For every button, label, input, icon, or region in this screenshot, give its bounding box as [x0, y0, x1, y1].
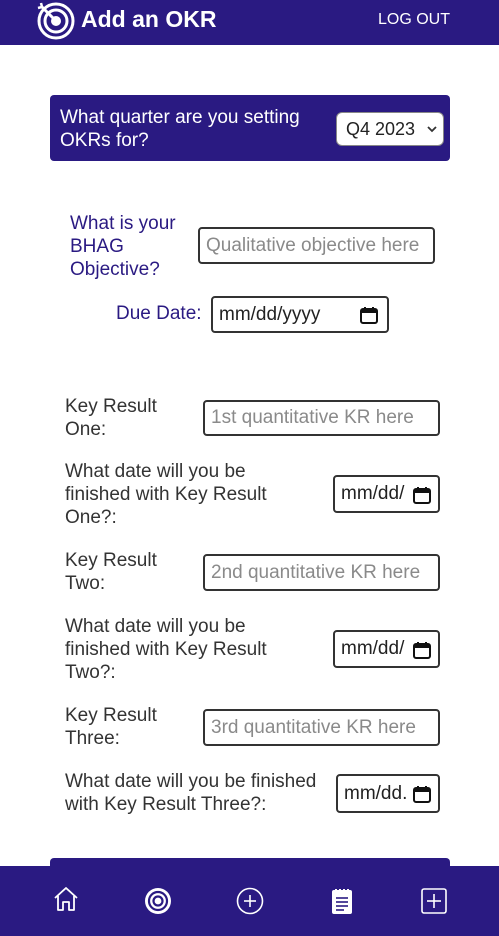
key-result-three-date-value: mm/dd. — [344, 783, 408, 804]
app-header: Add an OKR LOG OUT — [0, 0, 499, 45]
key-result-one-placeholder: 1st quantitative KR here — [211, 407, 414, 428]
due-date-label: Due Date: — [116, 303, 202, 324]
key-result-three-placeholder: 3rd quantitative KR here — [211, 717, 416, 738]
key-result-one-date-value: mm/dd/ — [341, 483, 405, 504]
home-icon[interactable] — [52, 885, 80, 913]
calendar-icon — [360, 307, 378, 324]
key-result-one-date-input[interactable]: mm/dd/ — [333, 475, 440, 513]
target-icon — [37, 2, 75, 40]
quarter-section: What quarter are you setting OKRs for? Q… — [50, 95, 450, 161]
logout-button[interactable]: LOG OUT — [378, 11, 450, 29]
due-date-input[interactable]: mm/dd/yyyy — [211, 296, 389, 333]
key-result-two-date-value: mm/dd/ — [341, 638, 405, 659]
chevron-down-icon — [427, 126, 437, 133]
key-result-two-label: Key Result Two: — [65, 550, 157, 594]
plus-circle-icon[interactable] — [236, 887, 264, 915]
key-result-three-label: Key Result Three: — [65, 705, 157, 749]
calendar-icon — [412, 784, 432, 804]
key-result-two-placeholder: 2nd quantitative KR here — [211, 562, 421, 583]
due-date-value: mm/dd/yyyy — [219, 304, 321, 325]
plus-square-icon[interactable] — [420, 887, 448, 915]
key-result-three-date-label: What date will you be finished with Key … — [65, 771, 317, 815]
key-result-two-input[interactable]: 2nd quantitative KR here — [203, 554, 440, 591]
objective-placeholder: Qualitative objective here — [206, 235, 420, 256]
notepad-icon[interactable] — [328, 887, 356, 915]
key-result-two-date-input[interactable]: mm/dd/ — [333, 630, 440, 668]
bottom-nav — [0, 866, 499, 936]
key-result-two-date-label: What date will you be finished with Key … — [65, 616, 267, 683]
objective-label: What is your BHAG Objective? — [70, 213, 176, 280]
calendar-icon — [412, 640, 432, 660]
key-result-one-date-label: What date will you be finished with Key … — [65, 461, 267, 528]
quarter-select-value: Q4 2023 — [346, 119, 416, 139]
target-icon[interactable] — [144, 887, 172, 915]
key-result-one-input[interactable]: 1st quantitative KR here — [203, 400, 440, 436]
quarter-select[interactable]: Q4 2023 — [336, 112, 444, 146]
key-result-three-date-input[interactable]: mm/dd. — [336, 774, 440, 813]
page-title: Add an OKR — [81, 6, 217, 32]
quarter-question: What quarter are you setting OKRs for? — [60, 107, 300, 151]
objective-input[interactable]: Qualitative objective here — [198, 227, 435, 264]
key-result-one-label: Key Result One: — [65, 396, 157, 440]
calendar-icon — [412, 485, 432, 505]
key-result-three-input[interactable]: 3rd quantitative KR here — [203, 709, 440, 746]
